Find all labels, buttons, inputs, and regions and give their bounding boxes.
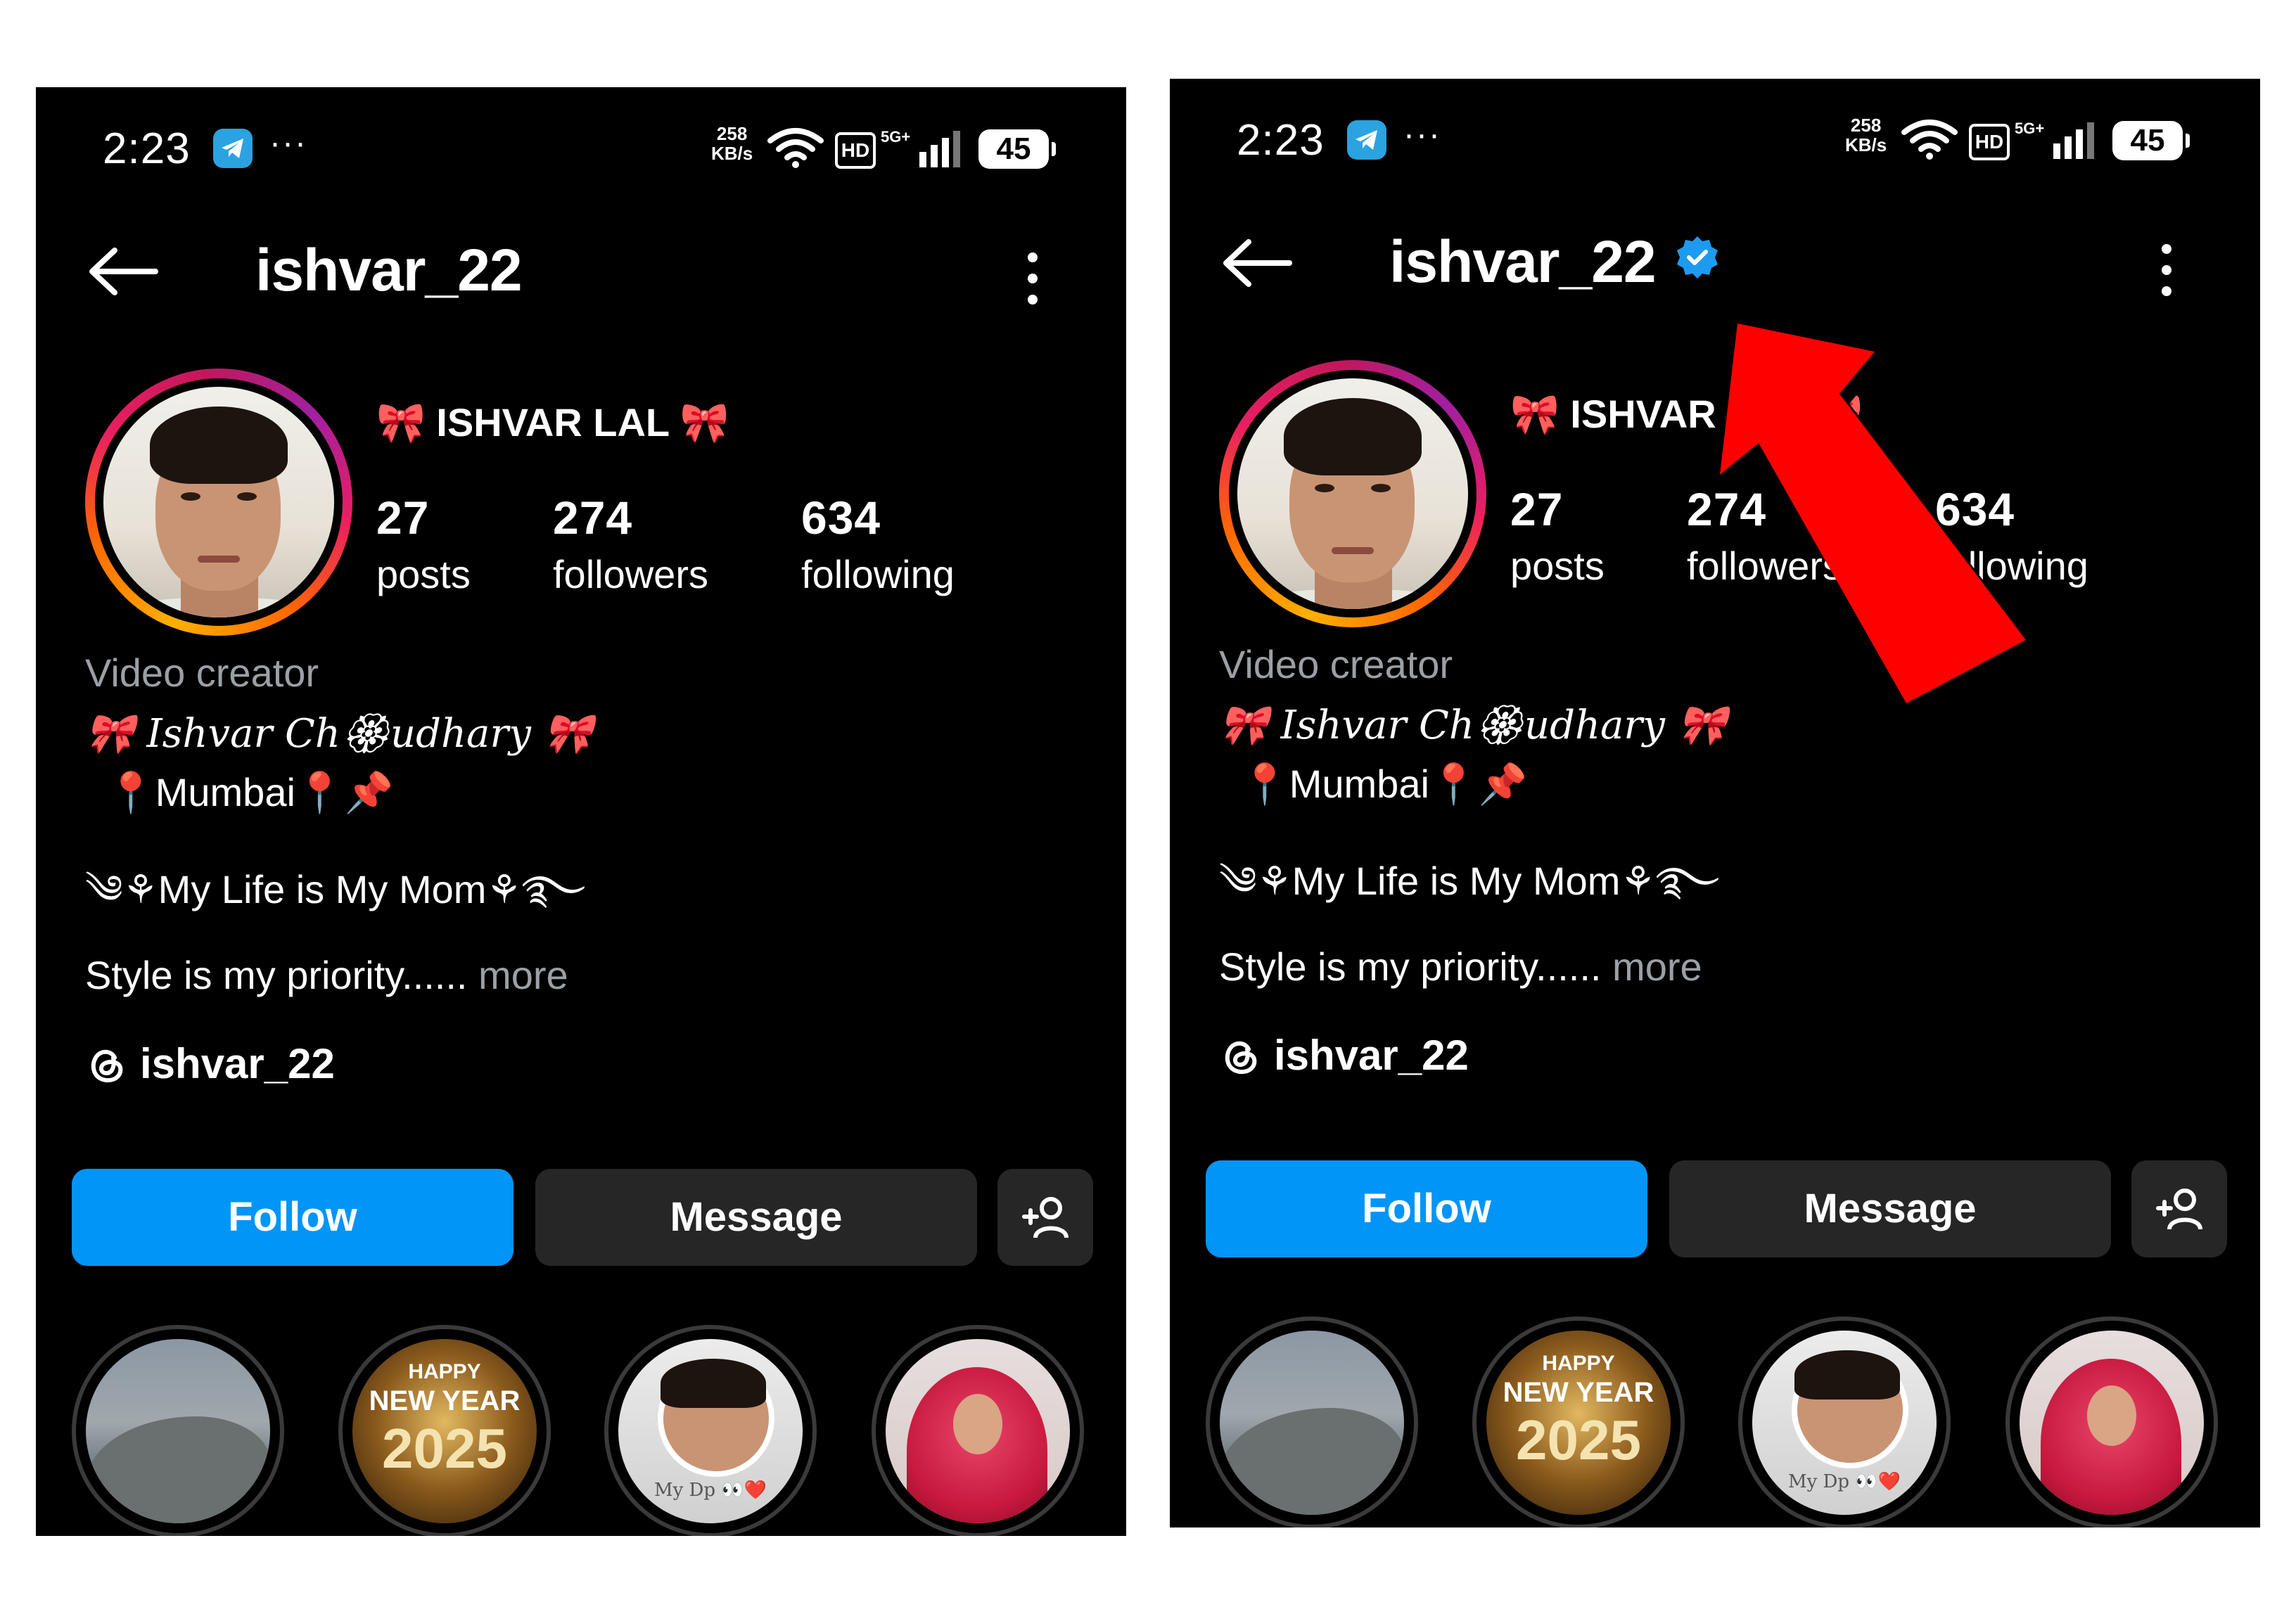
bio-line: 🎀 Ishvar Ch🏵udhary 🎀 — [85, 711, 593, 757]
signal-icon — [2053, 122, 2094, 159]
verified-badge-icon — [1677, 236, 1718, 278]
battery-tip — [1052, 142, 1056, 156]
profile-photo — [1237, 378, 1468, 609]
story-highlight[interactable] — [1206, 1317, 1418, 1527]
follow-button[interactable]: Follow — [72, 1169, 514, 1266]
add-user-button[interactable] — [997, 1169, 1093, 1266]
telegram-icon — [1347, 120, 1386, 160]
profile-photo — [103, 387, 334, 617]
bio-line: 📍Mumbai📍📌 — [1240, 762, 1528, 806]
posts-stat[interactable]: 27 posts — [376, 491, 471, 597]
battery-icon: 45 — [2112, 121, 2183, 160]
profile-username: ishvar_22 — [1389, 229, 1657, 295]
bio-more-link[interactable]: more — [478, 953, 568, 997]
telegram-icon — [213, 129, 253, 168]
followers-stat[interactable]: 274 followers — [553, 491, 708, 597]
wifi-icon — [767, 128, 824, 168]
bio-line: Style is my priority...... more — [1219, 944, 1702, 989]
hd-voice-icon: HD — [1969, 124, 2010, 160]
bio-line: 🎀 Ishvar Ch🏵udhary 🎀 — [1219, 703, 1727, 748]
back-arrow-icon[interactable] — [1219, 235, 1296, 291]
story-highlight[interactable] — [2005, 1317, 2218, 1527]
story-highlight[interactable]: HAPPY NEW YEAR 2025 — [338, 1325, 551, 1536]
posts-stat[interactable]: 27 posts — [1510, 482, 1605, 589]
profile-username: ishvar_22 — [255, 237, 523, 303]
more-vertical-icon[interactable] — [2162, 244, 2171, 307]
avatar[interactable] — [1219, 360, 1486, 627]
back-arrow-icon[interactable] — [85, 243, 162, 300]
screenshot-after: 2:23 ··· 258 KB/s HD 5G+ 45 ishvar_22 🎀 … — [1170, 79, 2260, 1527]
bio-more-link[interactable]: more — [1612, 944, 1702, 989]
profile-category: Video creator — [1219, 642, 1453, 686]
following-stat[interactable]: 634 following — [801, 491, 955, 597]
battery-tip — [2186, 134, 2190, 148]
network-speed: 258 KB/s — [1845, 115, 1887, 155]
avatar[interactable] — [85, 369, 352, 636]
status-bar: 2:23 ··· 258 KB/s HD 5G+ 45 — [36, 87, 1126, 207]
bio-line: ༄⚘My Life is My Mom⚘࿐ — [1219, 859, 1720, 903]
story-highlight[interactable]: My Dp 👀❤️ — [1738, 1317, 1951, 1527]
follow-button[interactable]: Follow — [1206, 1160, 1647, 1257]
signal-icon — [919, 131, 960, 167]
status-time: 2:23 — [103, 124, 191, 173]
wifi-icon — [1901, 120, 1958, 160]
story-highlight[interactable]: My Dp 👀❤️ — [604, 1325, 817, 1536]
threads-icon — [91, 1049, 123, 1083]
more-notifications-icon: ··· — [269, 124, 307, 162]
annotation-arrow-icon — [1720, 324, 2036, 713]
network-speed: 258 KB/s — [711, 123, 753, 164]
story-highlight[interactable] — [72, 1325, 284, 1536]
screenshot-before: 2:23 ··· 258 KB/s HD 5G+ 45 ishvar_22 🎀 … — [36, 87, 1126, 1536]
more-notifications-icon: ··· — [1403, 116, 1441, 153]
story-highlight[interactable] — [872, 1325, 1084, 1536]
add-user-button[interactable] — [2131, 1160, 2227, 1257]
battery-icon: 45 — [978, 129, 1049, 169]
bio-line: 📍Mumbai📍📌 — [106, 770, 394, 814]
bio-line: ༄⚘My Life is My Mom⚘࿐ — [85, 867, 586, 911]
profile-category: Video creator — [85, 651, 319, 695]
threads-icon — [1225, 1041, 1257, 1075]
message-button[interactable]: Message — [1669, 1160, 2111, 1257]
status-time: 2:23 — [1237, 116, 1325, 165]
hd-voice-icon: HD — [835, 132, 876, 169]
story-highlight[interactable]: HAPPY NEW YEAR 2025 — [1472, 1317, 1685, 1527]
status-bar: 2:23 ··· 258 KB/s HD 5G+ 45 — [1170, 79, 2260, 198]
more-vertical-icon[interactable] — [1028, 252, 1038, 316]
message-button[interactable]: Message — [535, 1169, 977, 1266]
bio-line: Style is my priority...... more — [85, 953, 568, 997]
add-user-icon — [2156, 1189, 2202, 1230]
profile-full-name: 🎀 ISHVAR LAL 🎀 — [376, 400, 729, 444]
add-user-icon — [1022, 1197, 1069, 1238]
